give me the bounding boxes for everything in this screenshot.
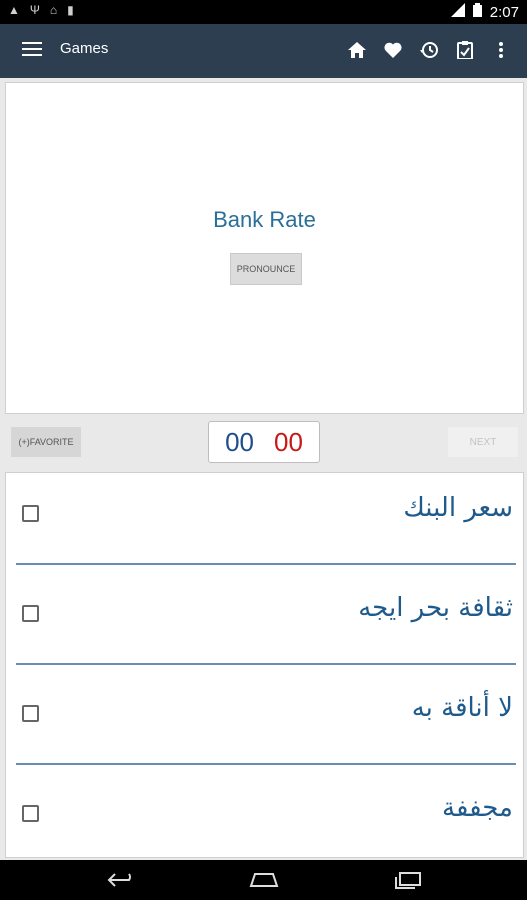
menu-icon[interactable]: [22, 42, 42, 60]
divider: [16, 763, 516, 765]
answer-option[interactable]: لا أناقة به: [6, 673, 523, 769]
divider: [16, 563, 516, 565]
option-text: ثقافة بحر ايجه: [358, 593, 513, 623]
answer-option[interactable]: مجففة: [6, 773, 523, 869]
status-bar: ▲ Ψ ⌂ ▮ 2:07: [0, 0, 527, 24]
answer-option[interactable]: ثقافة بحر ايجه: [6, 573, 523, 669]
answer-options: سعر البنك ثقافة بحر ايجه لا أناقة به مجف…: [5, 472, 524, 858]
battery-icon: [472, 3, 482, 22]
option-text: سعر البنك: [403, 493, 513, 523]
checkbox[interactable]: [22, 705, 39, 722]
clipboard-icon[interactable]: [453, 36, 477, 64]
more-icon[interactable]: [489, 36, 513, 64]
checkbox[interactable]: [22, 605, 39, 622]
notification-icon: ⌂: [49, 3, 58, 17]
next-button[interactable]: NEXT: [448, 427, 518, 457]
divider: [16, 663, 516, 665]
pronounce-button[interactable]: PRONOUNCE: [230, 253, 302, 285]
home-icon[interactable]: [345, 36, 369, 64]
checkbox[interactable]: [22, 505, 39, 522]
status-left-icons: ▲ Ψ ⌂ ▮: [8, 3, 74, 17]
signal-icon: [450, 3, 465, 22]
recent-apps-icon[interactable]: [388, 868, 428, 892]
option-text: لا أناقة به: [411, 693, 513, 723]
option-text: مجففة: [442, 793, 513, 823]
app-bar-actions: [345, 36, 513, 64]
back-icon[interactable]: [102, 868, 142, 892]
warning-icon: ▲: [8, 3, 20, 17]
navigation-bar: [0, 860, 527, 900]
correct-count: 00: [225, 426, 254, 457]
usb-icon: Ψ: [29, 3, 40, 17]
image-icon: ▮: [67, 3, 74, 17]
favorite-button[interactable]: (+)FAVORITE: [11, 427, 81, 457]
word-card: Bank Rate PRONOUNCE: [5, 82, 524, 414]
heart-icon[interactable]: [381, 36, 405, 64]
wrong-count: 00: [274, 426, 303, 457]
score-timer: 00 00: [208, 421, 320, 463]
status-right-icons: 2:07: [450, 3, 519, 22]
history-icon[interactable]: [417, 36, 441, 64]
status-time: 2:07: [489, 4, 519, 21]
app-bar: Games: [0, 24, 527, 78]
page-title: Games: [60, 40, 109, 57]
checkbox[interactable]: [22, 805, 39, 822]
answer-option[interactable]: سعر البنك: [6, 473, 523, 569]
home-nav-icon[interactable]: [244, 868, 284, 892]
word-text: Bank Rate: [213, 207, 316, 232]
